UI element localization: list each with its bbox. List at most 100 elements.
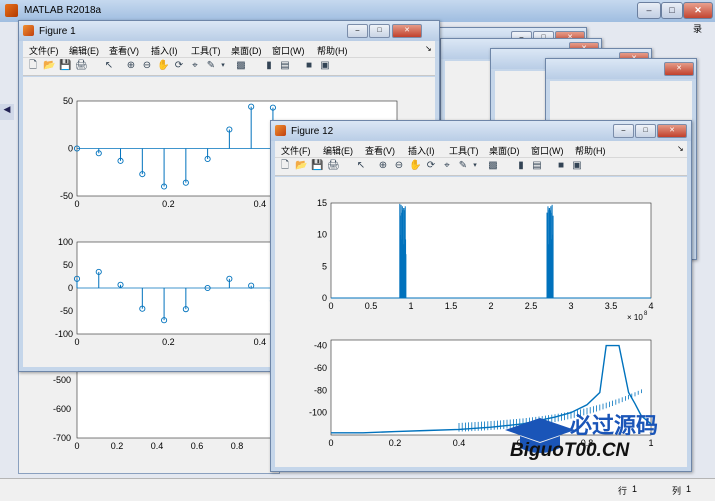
row-label: 行 — [618, 486, 628, 496]
figure-1-close-button[interactable]: ✕ — [392, 24, 422, 38]
figure-1-title: Figure 1 — [39, 26, 76, 37]
menu-help[interactable]: 帮助(H) — [575, 144, 606, 157]
collapse-left-arrow-icon[interactable]: ◀ — [0, 104, 14, 120]
fig1-bot-x-tick-label: 0 — [74, 337, 79, 347]
brush-dropdown-icon[interactable]: ▾ — [217, 60, 229, 72]
figure-1-menu-bar: 文件(F) 编辑(E) 查看(V) 插入(I) 工具(T) 桌面(D) 窗口(W… — [23, 41, 435, 58]
menu-edit[interactable]: 编辑(E) — [323, 144, 353, 157]
figure-1-title-bar: Figure 1 – □ ✕ — [19, 21, 439, 41]
show-plot-tools-icon[interactable]: ▣ — [319, 60, 331, 72]
data-cursor-icon[interactable]: ⌖ — [441, 160, 453, 172]
dock-arrow-icon[interactable]: ↘ — [677, 144, 684, 153]
new-figure-icon[interactable]: 🗋 — [279, 160, 291, 172]
figure-1-minimize-button[interactable]: – — [347, 24, 368, 38]
fig1-top-y-tick-label: -50 — [60, 191, 73, 201]
menu-window[interactable]: 窗口(W) — [531, 144, 564, 157]
data-cursor-icon[interactable]: ⌖ — [189, 60, 201, 72]
back-axes-box — [76, 364, 278, 439]
legend-icon[interactable]: ▤ — [531, 160, 543, 172]
fig1-bot-y-tick-label: 0 — [68, 283, 73, 293]
show-plot-tools-icon[interactable]: ▣ — [571, 160, 583, 172]
figure-icon — [23, 25, 34, 36]
minimize-button[interactable]: – — [637, 2, 661, 19]
login-label[interactable]: 录 — [693, 22, 713, 42]
watermark-en-text: BiguoT00.CN — [510, 440, 630, 461]
menu-view[interactable]: 查看(V) — [365, 144, 395, 157]
fig12-top-x-tick-label: 0.5 — [365, 301, 378, 311]
menu-edit[interactable]: 编辑(E) — [69, 44, 99, 57]
fig12-top-y-tick-label: 0 — [322, 293, 327, 303]
figure-12-minimize-button[interactable]: – — [613, 124, 634, 138]
hide-plot-tools-icon[interactable]: ■ — [555, 160, 567, 172]
zoom-in-icon[interactable]: ⊕ — [125, 60, 137, 72]
fig12-top-y-tick-label: 15 — [317, 198, 327, 208]
back-ytick-label: -500 — [53, 375, 71, 385]
rotate-icon[interactable]: ⟳ — [425, 160, 437, 172]
dock-arrow-icon[interactable]: ↘ — [425, 44, 432, 53]
figure-1-maximize-button[interactable]: □ — [369, 24, 390, 38]
select-arrow-icon[interactable]: ↖ — [103, 60, 115, 72]
menu-file[interactable]: 文件(F) — [281, 144, 311, 157]
fig12-bot-x-tick-label: 0 — [328, 438, 333, 448]
fig12-top-x-tick-label: 1 — [408, 301, 413, 311]
print-icon[interactable]: 🖨 — [327, 160, 340, 172]
brush-icon[interactable]: ✎ — [205, 60, 217, 72]
link-plot-icon[interactable]: ▩ — [487, 160, 499, 172]
menu-tools[interactable]: 工具(T) — [191, 44, 221, 57]
brush-dropdown-icon[interactable]: ▾ — [469, 160, 481, 172]
menu-window[interactable]: 窗口(W) — [272, 44, 305, 57]
fig12-top-y-tick-label: 5 — [322, 261, 327, 271]
fig1-bot-y-tick-label: 50 — [63, 260, 73, 270]
save-icon[interactable]: 💾 — [59, 60, 71, 72]
print-icon[interactable]: 🖨 — [75, 60, 88, 72]
figure-12-close-button[interactable]: ✕ — [657, 124, 687, 138]
hide-plot-tools-icon[interactable]: ■ — [303, 60, 315, 72]
background-figure-1-title: ✕ — [546, 59, 696, 79]
menu-desktop[interactable]: 桌面(D) — [489, 144, 520, 157]
watermark-cn-text: 必过源码 — [570, 413, 659, 438]
pan-icon[interactable]: ✋ — [409, 160, 421, 172]
back-figure-plot-area: -500 -600 -700 00.20.40.60.81 — [18, 360, 280, 474]
status-bar: 行 1 列 1 — [0, 478, 715, 501]
maximize-button[interactable]: □ — [661, 2, 683, 19]
new-figure-icon[interactable]: 🗋 — [27, 60, 39, 72]
bg1-close-button[interactable]: ✕ — [664, 62, 694, 76]
zoom-out-icon[interactable]: ⊖ — [393, 160, 405, 172]
fig1-top-y-tick-label: 50 — [63, 96, 73, 106]
brush-icon[interactable]: ✎ — [457, 160, 469, 172]
colorbar-icon[interactable]: ▮ — [263, 60, 275, 72]
x-exponent: 8 — [644, 311, 648, 317]
open-file-icon[interactable]: 📂 — [295, 160, 307, 172]
fig12-top-y-tick-label: 10 — [317, 230, 327, 240]
fig12-top-axes — [330, 202, 652, 299]
pan-icon[interactable]: ✋ — [157, 60, 169, 72]
menu-desktop[interactable]: 桌面(D) — [231, 44, 262, 57]
figure-12-toolbar: 🗋 📂 💾 🖨 ↖ ⊕ ⊖ ✋ ⟳ ⌖ ✎ ▾ ▩ ▮ ▤ ■ ▣ — [275, 158, 687, 176]
save-icon[interactable]: 💾 — [311, 160, 323, 172]
fig12-top-x-tick-label: 3 — [568, 301, 573, 311]
fig1-top-x-tick-label: 0 — [74, 199, 79, 209]
fig12-top-x-tick-label: 0 — [328, 301, 333, 311]
zoom-out-icon[interactable]: ⊖ — [141, 60, 153, 72]
legend-icon[interactable]: ▤ — [279, 60, 291, 72]
col-value: 1 — [686, 484, 692, 494]
menu-insert[interactable]: 插入(I) — [408, 144, 435, 157]
menu-help[interactable]: 帮助(H) — [317, 44, 348, 57]
menu-file[interactable]: 文件(F) — [29, 44, 59, 57]
figure-12-maximize-button[interactable]: □ — [635, 124, 656, 138]
zoom-in-icon[interactable]: ⊕ — [377, 160, 389, 172]
menu-view[interactable]: 查看(V) — [109, 44, 139, 57]
fig12-top-x-tick-label: 1.5 — [445, 301, 458, 311]
fig1-top-x-tick-label: 0.4 — [254, 199, 267, 209]
menu-tools[interactable]: 工具(T) — [449, 144, 479, 157]
link-plot-icon[interactable]: ▩ — [235, 60, 247, 72]
fig12-bot-y-tick-label: -80 — [314, 385, 327, 395]
open-file-icon[interactable]: 📂 — [43, 60, 55, 72]
menu-insert[interactable]: 插入(I) — [151, 44, 178, 57]
fig12-bot-x-tick-label: 0.2 — [389, 438, 402, 448]
rotate-icon[interactable]: ⟳ — [173, 60, 185, 72]
close-button[interactable]: ✕ — [683, 2, 713, 19]
colorbar-icon[interactable]: ▮ — [515, 160, 527, 172]
x-exponent-base: × 10 — [627, 313, 643, 322]
select-arrow-icon[interactable]: ↖ — [355, 160, 367, 172]
